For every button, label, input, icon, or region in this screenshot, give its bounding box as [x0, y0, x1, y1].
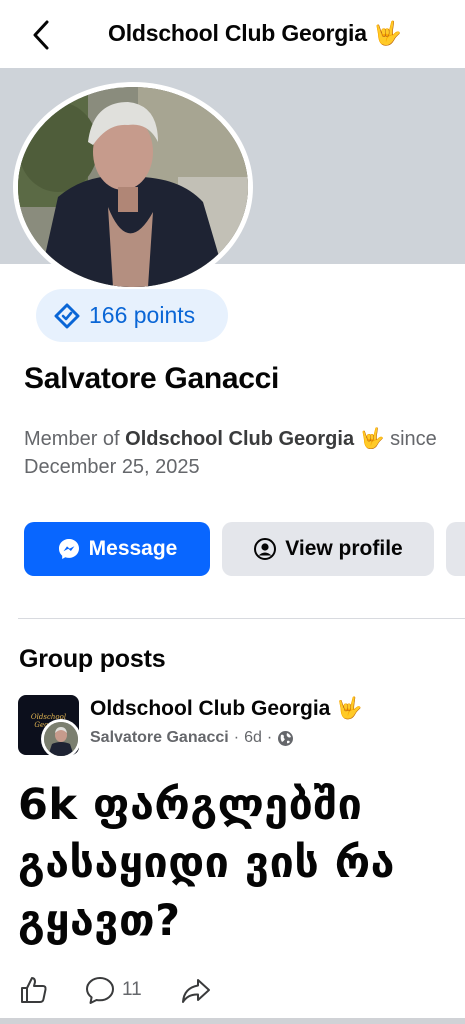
- user-circle-icon: [254, 538, 277, 560]
- message-label: Message: [88, 537, 178, 560]
- post-group-name[interactable]: Oldschool Club Georgia 🤟: [90, 697, 362, 721]
- comment-icon: [86, 977, 114, 1004]
- points-badge[interactable]: 166 points: [36, 289, 228, 342]
- post-time[interactable]: 6d: [244, 729, 262, 747]
- points-label: 166 points: [89, 302, 196, 328]
- back-button[interactable]: [28, 18, 56, 52]
- like-button[interactable]: [18, 970, 50, 1010]
- avatar-photo: [18, 87, 248, 287]
- post-text[interactable]: 6k ფარგლებში გასაყიდი ვის რა გყავთ?: [18, 776, 458, 950]
- post-actions: 11: [0, 970, 465, 1010]
- post-author[interactable]: Salvatore Ganacci: [90, 729, 229, 747]
- meta-separator: ·: [266, 729, 273, 746]
- section-title: Group posts: [19, 645, 166, 673]
- member-suffix: since: [384, 428, 437, 450]
- message-button[interactable]: Message: [24, 522, 210, 576]
- share-button[interactable]: [180, 970, 212, 1010]
- post-meta: Salvatore Ganacci · 6d ·: [90, 729, 294, 747]
- profile-name: Salvatore Ganacci: [24, 362, 280, 395]
- comment-count: 11: [122, 979, 142, 1000]
- like-icon: [21, 977, 47, 1003]
- meta-separator: ·: [233, 729, 240, 746]
- globe-icon: [278, 730, 294, 746]
- share-icon: [182, 979, 210, 1003]
- avatar[interactable]: [18, 87, 248, 287]
- membership-info: Member of Oldschool Club Georgia 🤟 since: [24, 424, 465, 454]
- member-date: December 25, 2025: [24, 456, 200, 478]
- comment-button[interactable]: 11: [84, 970, 142, 1010]
- diamond-badge-icon: [54, 303, 80, 328]
- view-profile-button[interactable]: View profile: [222, 522, 434, 576]
- author-avatar-photo: [44, 722, 78, 756]
- member-group-link[interactable]: Oldschool Club Georgia 🤟: [125, 428, 384, 450]
- bottom-divider: [0, 1018, 465, 1024]
- page-title: Oldschool Club Georgia 🤟: [108, 20, 402, 46]
- more-button[interactable]: [446, 522, 465, 576]
- member-prefix: Member of: [24, 428, 126, 450]
- divider: [18, 618, 465, 619]
- top-bar: Oldschool Club Georgia 🤟: [0, 0, 465, 68]
- author-avatar[interactable]: [41, 719, 81, 759]
- chevron-left-icon: [33, 20, 49, 50]
- view-profile-label: View profile: [285, 537, 403, 560]
- messenger-icon: [58, 539, 79, 559]
